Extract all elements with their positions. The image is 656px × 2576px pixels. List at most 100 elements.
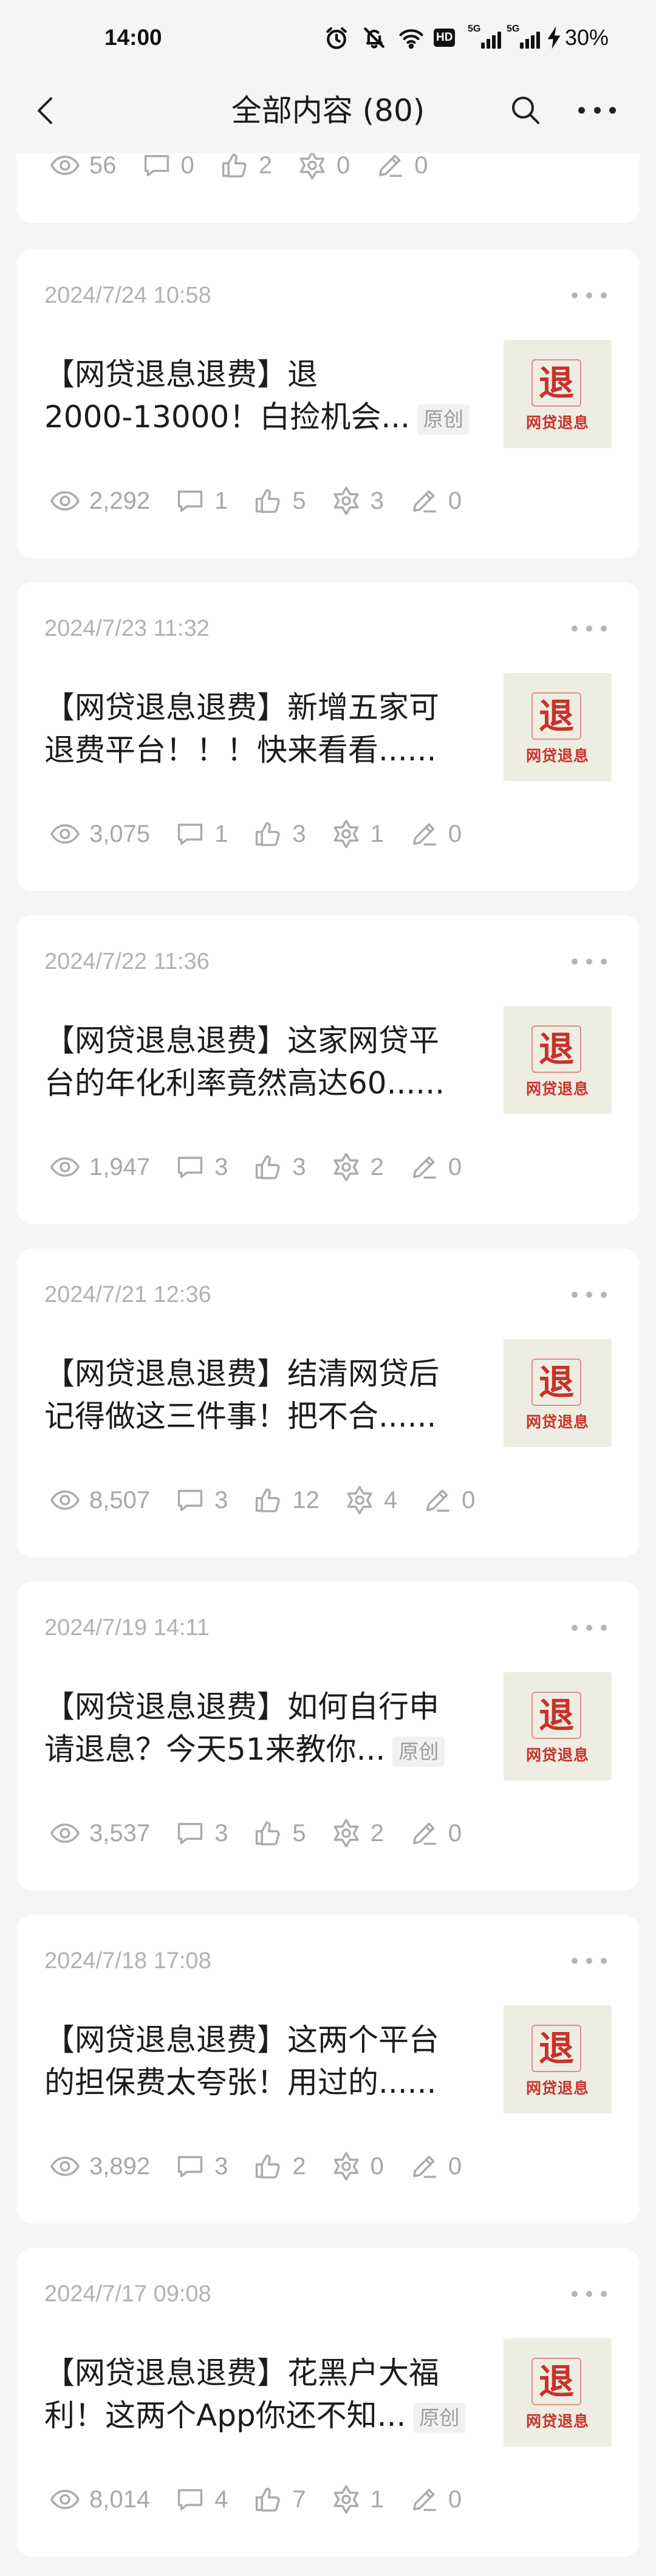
flower-icon [344,1484,375,1516]
likes-stat: 5 [252,485,306,517]
post-card[interactable]: 2024/7/24 10:58 【网贷退息退费】退 2000-13000！白捡机… [16,249,640,558]
post-title-line: 【网贷退息退费】退 [44,357,318,392]
views-stat: 3,537 [49,1817,150,1849]
pen-icon [408,1817,440,1849]
thumbnail-caption: 网贷退息 [525,2079,589,2097]
post-more-icon[interactable] [572,1955,607,1966]
thumbnail-glyph: 退 [538,2361,574,2402]
post-more-icon[interactable] [572,2288,607,2299]
post-title[interactable]: 【网贷退息退费】退 2000-13000！白捡机会... 原创 [44,353,497,438]
post-title[interactable]: 【网贷退息退费】如何自行申 请退息？今天51来教你... 原创 [44,1686,497,1771]
post-card[interactable]: 2024/7/17 09:08 【网贷退息退费】花黑户大福 利！这两个App你还… [16,2248,640,2557]
post-card[interactable]: 2024/7/19 14:11 【网贷退息退费】如何自行申 请退息？今天51来教… [16,1582,640,1890]
thumbs-up-icon [252,1484,284,1516]
views-count: 8,014 [89,2486,151,2513]
likes-count: 3 [292,1154,306,1180]
post-thumbnail[interactable]: 退 网贷退息 [504,1339,612,1447]
views-stat: 1,947 [49,1151,150,1183]
thumbnail-seal: 退 [531,2025,581,2072]
wows-count: 0 [370,2153,384,2180]
notes-count: 0 [448,1154,462,1180]
thumbnail-seal: 退 [531,1025,581,1073]
likes-stat: 5 [252,1817,306,1849]
charging-icon [545,26,562,50]
likes-count: 7 [292,2486,306,2513]
eye-icon [49,1817,81,1849]
battery-percent: 30% [565,25,609,50]
post-thumbnail[interactable]: 退 网贷退息 [504,1672,612,1780]
views-stat: 8,014 [49,2484,150,2515]
post-more-icon[interactable] [572,623,607,634]
comments-count: 3 [214,1487,228,1514]
wows-stat: 2 [330,1817,384,1849]
thumbnail-seal: 退 [531,692,581,740]
notes-stat: 0 [374,150,428,181]
post-card[interactable]: 2024/7/22 11:36 【网贷退息退费】这家网贷平 台的年化利率竟然高达… [16,915,640,1224]
post-card[interactable]: 2024/7/23 11:32 【网贷退息退费】新增五家可 退费平台！！！快来看… [16,582,640,891]
post-thumbnail[interactable]: 退 网贷退息 [504,2338,612,2447]
views-count: 3,075 [89,821,151,847]
post-more-icon[interactable] [572,1622,607,1633]
post-title[interactable]: 【网贷退息退费】这两个平台 的担保费太夸张！用过的...... [44,2019,497,2104]
post-more-icon[interactable] [572,956,607,967]
comment-icon [174,1484,206,1516]
views-count: 8,507 [89,1487,151,1514]
thumbnail-glyph: 退 [538,1695,574,1736]
eye-icon [49,1151,81,1183]
eye-icon [49,1484,81,1516]
post-more-icon[interactable] [572,1289,607,1300]
comments-stat: 0 [141,150,194,181]
comments-stat: 1 [174,485,228,517]
post-title[interactable]: 【网贷退息退费】花黑户大福 利！这两个App你还不知... 原创 [44,2352,497,2437]
search-icon[interactable] [508,92,543,128]
post-title[interactable]: 【网贷退息退费】新增五家可 退费平台！！！快来看看...... [44,686,497,771]
post-thumbnail[interactable]: 退 网贷退息 [504,340,612,448]
original-tag: 原创 [392,1736,445,1767]
thumbs-up-icon [252,1817,284,1849]
thumbnail-seal: 退 [531,1692,581,1739]
likes-stat: 3 [252,818,306,850]
notes-stat: 0 [408,485,462,517]
comment-icon [174,1151,206,1183]
thumbnail-caption: 网贷退息 [525,747,589,765]
alarm-icon [323,24,350,51]
comments-stat: 4 [174,2484,228,2515]
notes-stat: 0 [408,1817,462,1849]
post-card[interactable]: 2024/7/21 12:36 【网贷退息退费】结清网贷后 记得做这三件事！把不… [16,1248,640,1557]
thumbs-up-icon [252,2484,284,2515]
post-card[interactable]: 2024/7/18 17:08 【网贷退息退费】这两个平台 的担保费太夸张！用过… [16,1915,640,2223]
status-time: 14:00 [104,25,162,50]
more-icon[interactable] [578,105,616,115]
eye-icon [49,2484,81,2515]
page-title: 全部内容 (80) [231,93,425,128]
thumbnail-glyph: 退 [538,2028,574,2069]
post-title-line-2: 2000-13000！白捡机会... 原创 [44,396,497,438]
post-title-line: 记得做这三件事！把不合...... [44,1399,437,1434]
post-date: 2024/7/19 14:11 [44,1615,210,1641]
post-thumbnail[interactable]: 退 网贷退息 [504,673,612,781]
post-title[interactable]: 【网贷退息退费】结清网贷后 记得做这三件事！把不合...... [44,1352,497,1438]
comments-count: 3 [214,1820,228,1847]
views-stat: 2,292 [49,485,150,517]
post-thumbnail[interactable]: 退 网贷退息 [504,1006,612,1114]
comment-icon [174,2484,206,2515]
comments-stat: 3 [174,1484,228,1516]
eye-icon [49,485,81,517]
post-title-line-2: 的担保费太夸张！用过的...... [44,2061,497,2104]
flower-icon [330,818,362,850]
post-stats: 8,014 4 7 1 0 [49,2484,486,2515]
signal-icon: 5G [468,24,503,50]
post-thumbnail[interactable]: 退 网贷退息 [504,2005,612,2113]
post-title[interactable]: 【网贷退息退费】这家网贷平 台的年化利率竟然高达60...... [44,1019,497,1104]
notes-count: 0 [462,1487,476,1514]
post-stats: 56 0 2 0 0 [49,150,453,181]
flower-icon [330,485,362,517]
views-count: 1,947 [89,1154,151,1180]
comments-count: 3 [214,2153,228,2180]
pen-icon [408,2484,440,2515]
post-more-icon[interactable] [572,290,607,301]
thumbnail-glyph: 退 [538,695,574,737]
post-title-line: 【网贷退息退费】这家网贷平 [44,1023,439,1058]
wows-count: 2 [370,1154,384,1180]
likes-count: 2 [258,152,272,179]
